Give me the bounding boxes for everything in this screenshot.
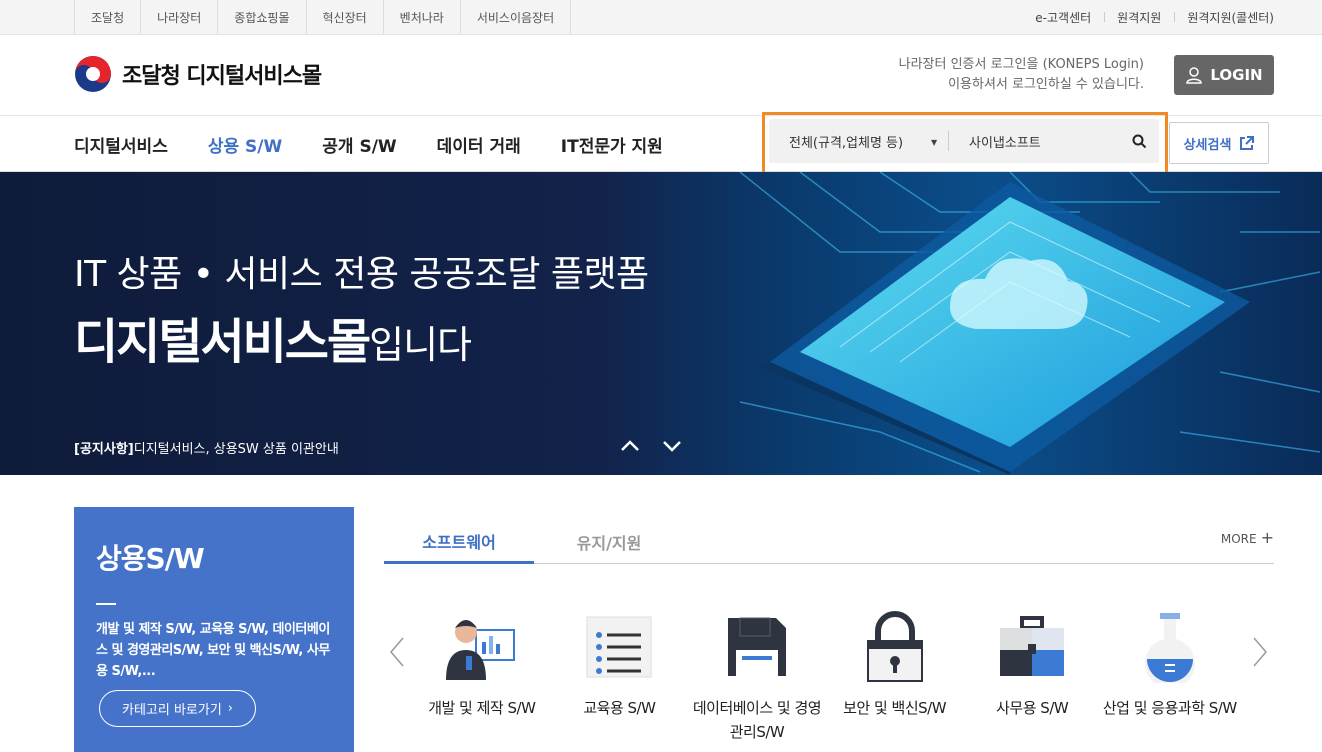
product-label: 교육용 S/W bbox=[583, 699, 656, 717]
notepad-icon bbox=[586, 616, 652, 678]
padlock-icon bbox=[866, 611, 923, 682]
tab-software[interactable]: 소프트웨어 bbox=[384, 520, 534, 564]
nav-it-expert[interactable]: IT전문가 지원 bbox=[561, 132, 663, 157]
login-label: LOGIN bbox=[1210, 66, 1263, 84]
search-highlight: 전체(규격,업체명 등) ▼ 사이냅소프트 bbox=[762, 112, 1168, 176]
carousel-prev-icon[interactable] bbox=[389, 636, 405, 668]
link-shopping-mall[interactable]: 종합쇼핑몰 bbox=[218, 0, 307, 34]
product-item[interactable]: 산업 및 응용과학 S/W bbox=[1101, 612, 1239, 752]
category-card: 상용S/W 개발 및 제작 S/W, 교육용 S/W, 데이터베이스 및 경영관… bbox=[74, 507, 354, 752]
hero-notice[interactable]: [공지사항]디지털서비스, 상용SW 상품 이관안내 bbox=[74, 438, 339, 457]
main-menu: 디지털서비스 상용 S/W 공개 S/W 데이터 거래 IT전문가 지원 bbox=[74, 116, 703, 172]
category-shortcut-label: 카테고리 바로가기 bbox=[121, 703, 222, 718]
detail-search-label: 상세검색 bbox=[1183, 137, 1232, 153]
product-carousel: 개발 및 제작 S/W 교육용 S/W 데이터베이스 및 경영관리S/W 보안 … bbox=[413, 611, 1239, 752]
product-item[interactable]: 교육용 S/W bbox=[551, 612, 689, 752]
category-title: 상용S/W bbox=[96, 542, 205, 575]
divider bbox=[96, 603, 116, 605]
login-note-line2: 이용하셔서 로그인하실 수 있습니다. bbox=[948, 77, 1144, 92]
support-links: e-고객센터 원격지원 원격지원(콜센터) bbox=[1022, 0, 1274, 34]
login-button[interactable]: LOGIN bbox=[1174, 55, 1274, 95]
hero-title-rest: 입니다 bbox=[369, 323, 472, 367]
hero-banner: IT 상품 • 서비스 전용 공공조달 플랫폼 디지털서비스몰입니다 [공지사항… bbox=[0, 172, 1322, 475]
link-innovation-market[interactable]: 혁신장터 bbox=[307, 0, 384, 34]
login-note-line1: 나라장터 인증서 로그인을 (KONEPS Login) bbox=[898, 57, 1144, 72]
link-koneps[interactable]: 나라장터 bbox=[141, 0, 219, 34]
login-note: 나라장터 인증서 로그인을 (KONEPS Login) 이용하셔서 로그인하실… bbox=[899, 55, 1144, 95]
hero-title-line2: 디지털서비스몰입니다 bbox=[74, 302, 472, 372]
link-remote-support[interactable]: 원격지원 bbox=[1104, 9, 1174, 26]
search-bar: 전체(규격,업체명 등) ▼ 사이냅소프트 bbox=[769, 119, 1159, 163]
carousel-next-icon[interactable] bbox=[1252, 636, 1268, 668]
cloud-chip-illustration bbox=[739, 172, 1321, 475]
category-description: 개발 및 제작 S/W, 교육용 S/W, 데이터베이스 및 경영관리S/W, … bbox=[96, 622, 330, 679]
developer-icon bbox=[445, 620, 515, 680]
chevron-down-icon[interactable] bbox=[662, 439, 682, 453]
search-button[interactable] bbox=[1119, 134, 1159, 149]
flask-icon bbox=[1144, 613, 1195, 683]
chevron-up-icon[interactable] bbox=[620, 439, 640, 453]
top-utility-bar: 조달청 나라장터 종합쇼핑몰 혁신장터 벤처나라 서비스이음장터 e-고객센터 … bbox=[0, 0, 1322, 35]
user-icon bbox=[1186, 67, 1203, 84]
link-remote-support-callcenter[interactable]: 원격지원(콜센터) bbox=[1174, 9, 1274, 26]
search-scope-select[interactable]: 전체(규격,업체명 등) ▼ bbox=[769, 119, 949, 163]
product-label: 개발 및 제작 S/W bbox=[428, 699, 536, 717]
floppy-disk-icon bbox=[727, 617, 786, 676]
product-label: 사무용 S/W bbox=[996, 699, 1069, 717]
product-item[interactable]: 사무용 S/W bbox=[963, 612, 1101, 752]
product-item[interactable]: 개발 및 제작 S/W bbox=[413, 612, 551, 752]
chevron-right-icon: › bbox=[227, 701, 233, 716]
tab-maintenance[interactable]: 유지/지원 bbox=[534, 520, 684, 564]
category-shortcut-button[interactable]: 카테고리 바로가기 › bbox=[99, 690, 256, 727]
more-label: MORE bbox=[1220, 532, 1257, 546]
site-logo[interactable]: 조달청 디지털서비스몰 bbox=[74, 55, 322, 93]
nav-commercial-sw[interactable]: 상용 S/W bbox=[208, 132, 282, 157]
product-item[interactable]: 데이터베이스 및 경영관리S/W bbox=[688, 612, 826, 752]
main-nav: 디지털서비스 상용 S/W 공개 S/W 데이터 거래 IT전문가 지원 전체(… bbox=[0, 112, 1322, 176]
product-label: 산업 및 응용과학 S/W bbox=[1102, 699, 1237, 717]
link-pps[interactable]: 조달청 bbox=[75, 0, 142, 34]
notice-text: 디지털서비스, 상용SW 상품 이관안내 bbox=[133, 442, 339, 457]
nav-data-trade[interactable]: 데이터 거래 bbox=[437, 132, 521, 157]
search-input[interactable]: 사이냅소프트 bbox=[949, 132, 1119, 151]
detail-search-button[interactable]: 상세검색 bbox=[1169, 122, 1269, 164]
hero-title-bold: 디지털서비스몰 bbox=[74, 314, 371, 370]
nav-open-sw[interactable]: 공개 S/W bbox=[322, 132, 396, 157]
briefcase-icon bbox=[1000, 616, 1065, 676]
taegeuk-logo-icon bbox=[75, 56, 111, 92]
caret-down-icon: ▼ bbox=[931, 138, 938, 147]
product-label: 보안 및 백신S/W bbox=[843, 699, 947, 717]
logo-text: 조달청 디지털서비스몰 bbox=[122, 64, 322, 89]
hero-title-line1: IT 상품 • 서비스 전용 공공조달 플랫폼 bbox=[74, 254, 649, 295]
link-customer-center[interactable]: e-고객센터 bbox=[1022, 9, 1104, 26]
product-label: 데이터베이스 및 경영관리S/W bbox=[692, 699, 822, 741]
plus-icon: + bbox=[1260, 528, 1274, 547]
search-scope-value: 전체(규격,업체명 등) bbox=[789, 135, 904, 151]
product-item[interactable]: 보안 및 백신S/W bbox=[826, 611, 964, 752]
link-venture-nara[interactable]: 벤처나라 bbox=[384, 0, 461, 34]
site-header: 조달청 디지털서비스몰 나라장터 인증서 로그인을 (KONEPS Login)… bbox=[0, 35, 1322, 116]
more-link[interactable]: MORE + bbox=[1221, 528, 1274, 547]
external-link-icon bbox=[1240, 135, 1255, 150]
notice-tag: [공지사항] bbox=[74, 442, 134, 457]
notice-arrows bbox=[620, 439, 682, 453]
search-icon bbox=[1132, 134, 1146, 148]
nav-digital-service[interactable]: 디지털서비스 bbox=[74, 132, 168, 157]
product-tabs: 소프트웨어 유지/지원 MORE + bbox=[384, 520, 1274, 564]
family-site-links: 조달청 나라장터 종합쇼핑몰 혁신장터 벤처나라 서비스이음장터 bbox=[74, 0, 572, 34]
link-service-market[interactable]: 서비스이음장터 bbox=[461, 0, 572, 34]
